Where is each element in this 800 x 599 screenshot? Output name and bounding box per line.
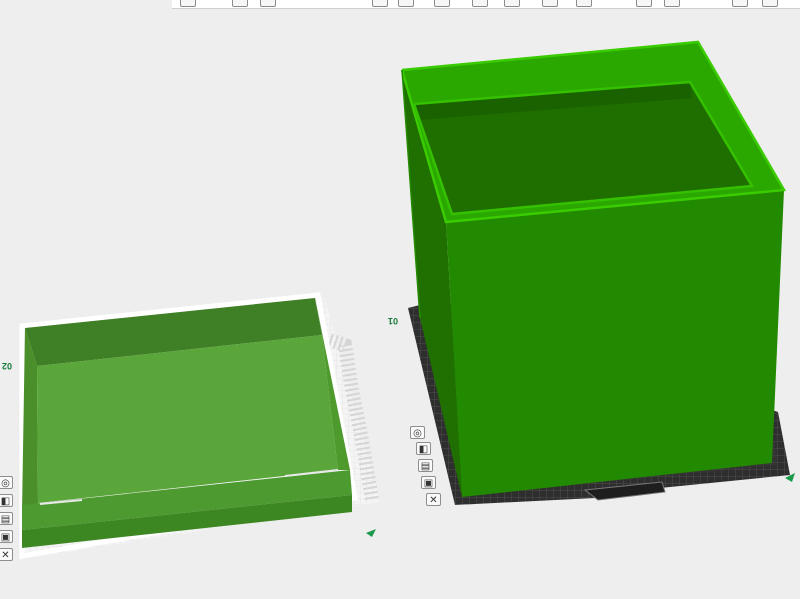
plate-2-close-button[interactable]: ✕ — [0, 548, 13, 561]
plate-1-lock-button[interactable]: ▣ — [421, 476, 436, 489]
plate-2-lock-button[interactable]: ▣ — [0, 530, 13, 543]
plate-1-orient-button[interactable]: ◎ — [410, 426, 425, 439]
close-icon: ✕ — [429, 495, 438, 506]
layers-icon: ▤ — [420, 461, 431, 472]
arrange-icon: ◧ — [418, 444, 429, 455]
box-model[interactable] — [400, 40, 787, 497]
plate-2-arrange-button[interactable]: ◧ — [0, 494, 13, 507]
arrange-icon: ◧ — [0, 496, 11, 507]
plate-1[interactable] — [400, 40, 795, 505]
layers-icon: ▤ — [0, 514, 11, 525]
lock-icon: ▣ — [423, 478, 434, 489]
plate-2-orient-button[interactable]: ◎ — [0, 476, 13, 489]
plate-2-label: 02 — [2, 361, 13, 371]
close-icon: ✕ — [1, 550, 10, 561]
plate-2[interactable] — [18, 292, 380, 560]
plate-1-layers-button[interactable]: ▤ — [418, 459, 433, 472]
orient-icon: ◎ — [1, 478, 10, 489]
orient-icon: ◎ — [413, 428, 422, 439]
3d-viewport[interactable] — [0, 0, 800, 599]
lock-icon: ▣ — [0, 532, 11, 543]
tray-model[interactable] — [19, 292, 358, 559]
plate-1-label: 01 — [388, 316, 399, 326]
plate-1-arrange-button[interactable]: ◧ — [416, 442, 431, 455]
plate-1-close-button[interactable]: ✕ — [426, 493, 441, 506]
box-front-face — [446, 190, 784, 497]
plate-2-corner-marker — [366, 529, 376, 537]
plate-2-layers-button[interactable]: ▤ — [0, 512, 13, 525]
